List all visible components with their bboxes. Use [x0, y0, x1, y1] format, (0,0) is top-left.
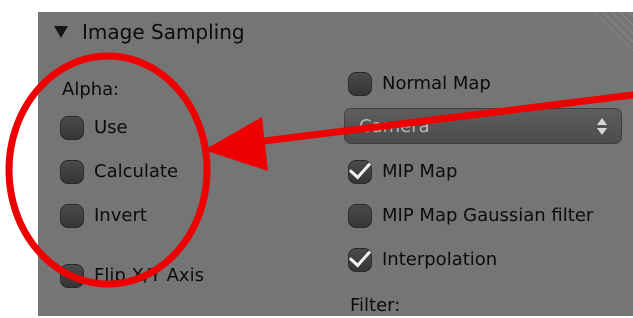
- checkmark-icon: [348, 156, 372, 180]
- alpha-label: Alpha:: [62, 79, 120, 100]
- checkmark-icon: [348, 244, 372, 268]
- mip-map-gaussian-label: MIP Map Gaussian filter: [382, 205, 594, 226]
- invert-label: Invert: [94, 205, 147, 226]
- interpolation-checkbox[interactable]: [348, 244, 372, 272]
- normal-map-checkbox[interactable]: [348, 72, 372, 96]
- mip-map-label: MIP Map: [382, 161, 458, 182]
- interpolation-label: Interpolation: [382, 249, 498, 270]
- invert-checkbox-row[interactable]: Invert: [60, 202, 147, 230]
- panel-title: Image Sampling: [82, 20, 245, 44]
- projection-select[interactable]: Camera: [344, 108, 622, 144]
- image-sampling-panel: Image Sampling Alpha: Use Calculate Inve…: [38, 12, 633, 316]
- invert-checkbox[interactable]: [60, 204, 84, 228]
- flip-xy-checkbox[interactable]: [60, 264, 84, 288]
- flip-xy-checkbox-row[interactable]: Flip X/Y Axis: [60, 262, 204, 290]
- calculate-label: Calculate: [94, 161, 179, 182]
- calculate-checkbox-row[interactable]: Calculate: [60, 158, 178, 186]
- mip-map-gaussian-checkbox-row[interactable]: MIP Map Gaussian filter: [348, 202, 593, 230]
- projection-select-value: Camera: [359, 116, 430, 137]
- collapse-triangle-icon[interactable]: [54, 26, 68, 38]
- use-checkbox-row[interactable]: Use: [60, 114, 128, 142]
- mip-map-checkbox-row[interactable]: MIP Map: [348, 156, 458, 186]
- use-label: Use: [94, 117, 128, 138]
- normal-map-checkbox-row[interactable]: Normal Map: [348, 70, 491, 98]
- calculate-checkbox[interactable]: [60, 160, 84, 184]
- mip-map-checkbox[interactable]: [348, 156, 372, 184]
- up-down-arrows-icon: [597, 118, 607, 136]
- mip-map-gaussian-checkbox[interactable]: [348, 204, 372, 228]
- use-checkbox[interactable]: [60, 116, 84, 140]
- drag-grip-icon[interactable]: [593, 12, 633, 52]
- flip-xy-label: Flip X/Y Axis: [94, 265, 204, 286]
- screenshot-frame: Image Sampling Alpha: Use Calculate Inve…: [0, 0, 633, 316]
- normal-map-label: Normal Map: [382, 73, 491, 94]
- panel-header[interactable]: Image Sampling: [38, 12, 633, 52]
- filter-label: Filter:: [350, 295, 401, 316]
- interpolation-checkbox-row[interactable]: Interpolation: [348, 244, 498, 274]
